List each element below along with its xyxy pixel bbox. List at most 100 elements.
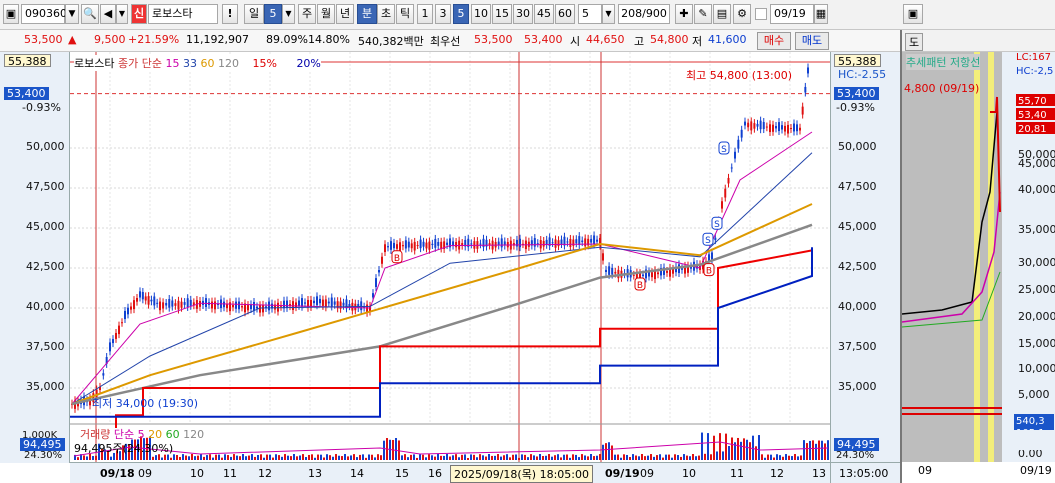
sound-icon[interactable]: ◀ [100, 4, 116, 24]
volume-bar [236, 455, 238, 460]
volume-bar [83, 455, 85, 460]
period-count[interactable]: 5 [264, 4, 282, 24]
candle-body [256, 306, 258, 309]
volume-bar [395, 438, 397, 460]
candle-body [554, 239, 557, 248]
min-30-button[interactable]: 30 [513, 4, 533, 24]
min-45-button[interactable]: 45 [534, 4, 554, 24]
candle-body [724, 188, 727, 198]
min-3-button[interactable]: 3 [435, 4, 451, 24]
candle-body [321, 299, 324, 306]
period-dropdown-icon[interactable]: ▼ [282, 4, 295, 24]
period-month-button[interactable]: 월 [317, 4, 335, 24]
mini-y-tick: 25,000 [1018, 283, 1055, 296]
candle-body [378, 270, 380, 273]
candle-body [156, 302, 159, 304]
volume-bar [338, 455, 340, 460]
stock-code-input[interactable]: 090360 [21, 4, 67, 24]
min-60-button[interactable]: 60 [555, 4, 575, 24]
candle-body [235, 301, 237, 309]
candle-body [384, 244, 386, 253]
candle-body [437, 241, 440, 246]
mini-window-icon[interactable]: ▣ [903, 4, 923, 24]
legend-sma: 단순 [141, 57, 162, 70]
candle-body [133, 300, 135, 310]
period-year-button[interactable]: 년 [336, 4, 354, 24]
mini-y-tick: 30,000 [1018, 256, 1055, 269]
x-label: 09 [640, 467, 654, 480]
volume-bar [719, 433, 721, 460]
buy-button[interactable]: 매수 [757, 32, 791, 50]
period-minute-button[interactable]: 분 [357, 4, 377, 24]
min-10-button[interactable]: 10 [471, 4, 491, 24]
code-dropdown-icon[interactable]: ▼ [65, 4, 79, 24]
volume-bar [488, 454, 490, 460]
calendar-icon[interactable]: ▦ [814, 4, 828, 24]
mini-chart-panel[interactable]: 도 50,000 45,000 40,000 35,000 30,000 25,000 20… [900, 30, 1055, 483]
volume-bar [458, 457, 460, 460]
volume-bar [464, 454, 466, 460]
volume-bar [191, 454, 193, 460]
draw-tool-icon[interactable]: ✎ [694, 4, 712, 24]
candle-body [393, 242, 395, 249]
stock-name-field[interactable]: 로보스타 [148, 4, 218, 24]
volume-bar [506, 454, 508, 460]
volume-readout: 94,495주(24.30%) [74, 442, 174, 455]
mini-date-right: 09/19 [1020, 464, 1052, 477]
period-week-button[interactable]: 주 [298, 4, 316, 24]
alert-button[interactable]: ! [222, 4, 238, 24]
volume-bar [86, 456, 88, 460]
y-tick-right: 42,500 [838, 260, 877, 273]
save-icon[interactable]: ▤ [713, 4, 731, 24]
current-price-tag-right: 53,400 [834, 87, 879, 100]
time-axis: 09/18 09 10 11 12 13 14 15 16 09/19 09 1… [70, 462, 830, 483]
candle-body [747, 122, 750, 128]
window-menu-icon[interactable]: ▣ [3, 4, 19, 24]
count-dropdown-icon[interactable]: ▼ [602, 4, 615, 24]
best-quote-label: 최우선 [430, 35, 461, 48]
price-chart[interactable]: BBBSSS [0, 52, 900, 483]
period-second-button[interactable]: 초 [377, 4, 395, 24]
min-1-button[interactable]: 1 [417, 4, 433, 24]
candle-body [342, 302, 345, 306]
search-icon[interactable]: 🔍 [81, 4, 99, 24]
date-checkbox[interactable] [755, 8, 767, 20]
volume-bar [644, 456, 646, 460]
volume-bar [314, 457, 316, 460]
candle-body [666, 270, 668, 273]
volume-bar [608, 442, 610, 460]
volume-bar [344, 454, 346, 460]
sell-button[interactable]: 매도 [795, 32, 829, 50]
sell-signal-marker: S [711, 216, 723, 230]
indicator-icon[interactable]: ✚ [675, 4, 693, 24]
y-tick-right: 37,500 [838, 340, 877, 353]
quote-bar: 53,500 ▲ 9,500 +21.59% 11,192,907 89.09%… [0, 30, 900, 52]
volume-bar [476, 457, 478, 460]
candle-body [727, 177, 730, 184]
volume-bar [782, 456, 784, 460]
main-legend[interactable]: 로보스타 종가 단순 15 33 60 120 15% 20% [74, 55, 321, 71]
period-tick-button[interactable]: 틱 [396, 4, 414, 24]
count-input[interactable]: 5 [578, 4, 602, 24]
volume-bar [341, 456, 343, 460]
mini-y-tick: 15,000 [1018, 337, 1055, 350]
y-tick: 50,000 [26, 140, 65, 153]
volume-bar [728, 446, 730, 460]
mini-tab[interactable]: 도 [905, 33, 924, 51]
volume-bar [278, 455, 280, 460]
volume-bar [581, 454, 583, 460]
y-tick: 45,000 [26, 220, 65, 233]
period-day-button[interactable]: 일 [244, 4, 264, 24]
mini-high-note: 4,800 (09/19) [904, 82, 980, 95]
candle-body [171, 300, 174, 307]
sound-dropdown-icon[interactable]: ▼ [116, 4, 128, 24]
mini-tag: 20,81 [1018, 124, 1047, 135]
y-tick-right: 40,000 [838, 300, 877, 313]
date-input[interactable]: 09/19 [770, 4, 814, 24]
gear-icon[interactable]: ⚙ [733, 4, 751, 24]
min-15-button[interactable]: 15 [492, 4, 512, 24]
volume-bar [707, 433, 709, 460]
min-5-button[interactable]: 5 [453, 4, 469, 24]
x-label: 13 [812, 467, 826, 480]
volume-bar [326, 454, 328, 460]
